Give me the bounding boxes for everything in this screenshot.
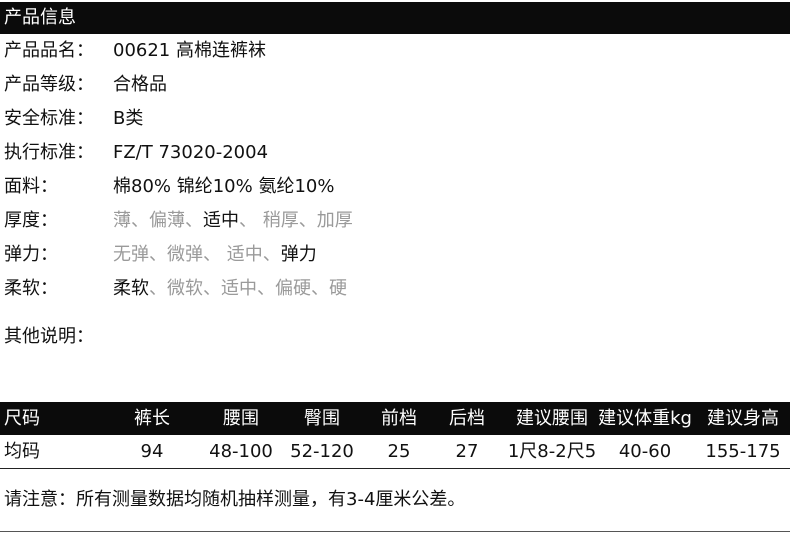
- option-selected: 弹力: [280, 244, 317, 265]
- other-notes-label: 其他说明：: [4, 326, 94, 347]
- option-separator: 、: [149, 278, 167, 299]
- table-cell: 25: [387, 441, 411, 462]
- table-header-cell: 臀围: [304, 408, 340, 429]
- option-label: 厚度：: [4, 210, 58, 231]
- option-item: 微软: [167, 278, 203, 299]
- option-values: 薄、偏薄、适中、 稍厚、加厚: [113, 210, 353, 232]
- option-separator: 、: [298, 210, 317, 231]
- option-item: 无弹: [113, 244, 149, 265]
- table-header-cell: 建议体重kg: [598, 408, 692, 429]
- option-row-elasticity: 弹力： 无弹、微弹、 适中、弹力: [0, 238, 790, 272]
- option-item: 微弹: [167, 244, 203, 265]
- table-cell: 1尺8-2尺5: [507, 441, 597, 462]
- option-selected: 适中: [203, 210, 239, 231]
- table-row: 均码 94 48-100 52-120 25 27 1尺8-2尺5 40-60 155-175: [0, 435, 790, 469]
- table-header-cell: 建议身高: [707, 408, 779, 429]
- info-value: 合格品: [113, 74, 167, 95]
- table-header-cell: 建议腰围: [516, 408, 588, 429]
- table-header-cell: 腰围: [223, 408, 259, 429]
- table-cell: 52-120: [290, 441, 354, 462]
- option-item: 硬: [329, 278, 347, 299]
- option-separator: 、: [262, 244, 281, 265]
- option-values: 柔软、微软、适中、偏硬、硬: [113, 278, 347, 300]
- info-label: 产品品名：: [4, 40, 94, 61]
- table-header-cell: 裤长: [134, 408, 170, 429]
- table-header-cell: 后档: [449, 408, 485, 429]
- option-row-softness: 柔软： 柔软、微软、适中、偏硬、硬: [0, 272, 790, 306]
- option-row-thickness: 厚度： 薄、偏薄、适中、 稍厚、加厚: [0, 204, 790, 238]
- section-title: 产品信息: [4, 7, 76, 28]
- info-label: 安全标准：: [4, 108, 94, 129]
- info-row-fabric: 面料： 棉80% 锦纶10% 氨纶10%: [0, 170, 790, 204]
- table-header-cell: 尺码: [4, 408, 40, 429]
- info-label: 产品等级：: [4, 74, 94, 95]
- table-cell: 48-100: [209, 441, 273, 462]
- info-value: 00621 高棉连裤袜: [113, 40, 266, 61]
- size-table-header: 尺码 裤长 腰围 臀围 前档 后档 建议腰围 建议体重kg 建议身高: [0, 402, 790, 435]
- section-title-bar: 产品信息: [0, 2, 790, 34]
- option-separator: 、: [311, 278, 329, 299]
- table-cell: 27: [455, 441, 479, 462]
- table-cell: 均码: [4, 441, 40, 462]
- info-row-name: 产品品名： 00621 高棉连裤袜: [0, 34, 790, 68]
- option-item: 适中: [221, 244, 263, 265]
- option-separator: 、: [149, 244, 167, 265]
- option-separator: 、: [239, 210, 257, 231]
- option-separator: 、: [257, 278, 275, 299]
- info-row-grade: 产品等级： 合格品: [0, 68, 790, 102]
- table-cell: 40-60: [618, 441, 672, 462]
- option-separator: 、: [203, 278, 221, 299]
- option-label: 柔软：: [4, 278, 58, 299]
- table-header-cell: 前档: [381, 408, 417, 429]
- option-item: 偏硬: [275, 278, 311, 299]
- info-label: 面料：: [4, 176, 58, 197]
- info-value: B类: [113, 108, 144, 129]
- option-separator: 、: [131, 210, 149, 231]
- option-item: 加厚: [316, 210, 353, 231]
- info-label: 执行标准：: [4, 142, 94, 163]
- option-separator: 、: [203, 244, 221, 265]
- option-item: 偏薄: [149, 210, 185, 231]
- option-values: 无弹、微弹、 适中、弹力: [113, 244, 317, 266]
- measurement-note: 请注意：所有测量数据均随机抽样测量，有3-4厘米公差。: [4, 489, 466, 510]
- info-value: FZ/T 73020-2004: [113, 142, 269, 163]
- divider: [0, 531, 790, 532]
- table-cell: 94: [140, 441, 164, 462]
- info-value: 棉80% 锦纶10% 氨纶10%: [113, 176, 335, 197]
- option-label: 弹力：: [4, 244, 58, 265]
- info-row-safety: 安全标准： B类: [0, 102, 790, 136]
- option-item: 薄: [113, 210, 131, 231]
- table-cell: 155-175: [705, 441, 781, 462]
- option-item: 稍厚: [257, 210, 299, 231]
- option-item: 适中: [221, 278, 257, 299]
- option-selected: 柔软: [113, 278, 149, 299]
- info-row-standard: 执行标准： FZ/T 73020-2004: [0, 136, 790, 170]
- option-separator: 、: [185, 210, 203, 231]
